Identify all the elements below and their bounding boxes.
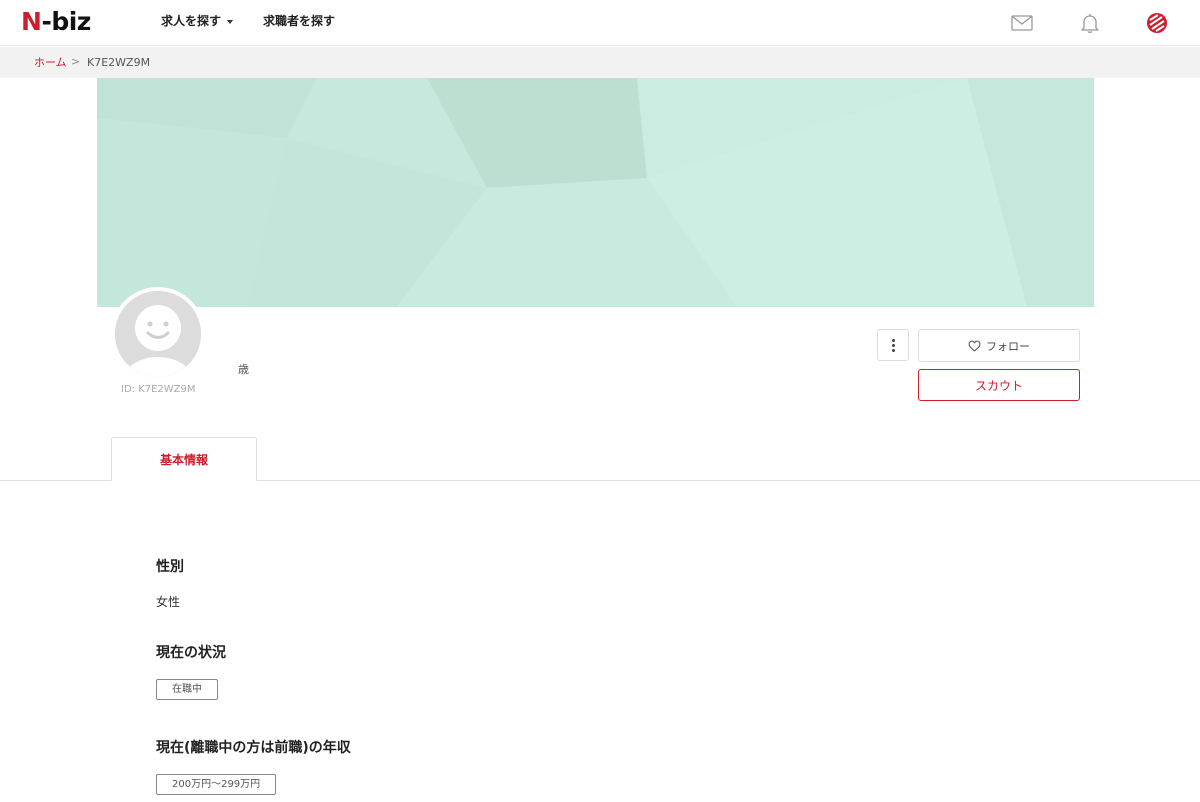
breadcrumb-separator: >: [71, 55, 81, 68]
nav-find-candidates-label: 求職者を探す: [263, 14, 336, 28]
breadcrumb: ホーム > K7E2WZ9M: [0, 47, 1200, 78]
income-label: 現在(離職中の方は前職)の年収: [156, 740, 351, 756]
user-id-text: ID: K7E2WZ9M: [121, 384, 196, 395]
mail-icon[interactable]: [1010, 11, 1034, 35]
site-logo[interactable]: N-biz: [21, 7, 91, 37]
avatar: [111, 287, 205, 381]
heart-icon: [968, 340, 981, 352]
scout-button-label: スカウト: [974, 378, 1023, 393]
tab-basic-info-label: 基本情報: [159, 452, 208, 467]
gender-label: 性別: [156, 559, 184, 575]
breadcrumb-current: K7E2WZ9M: [87, 56, 151, 69]
scout-button[interactable]: スカウト: [918, 369, 1080, 401]
tab-basic-info[interactable]: 基本情報: [111, 437, 257, 481]
bell-icon[interactable]: [1078, 11, 1102, 35]
follow-button-label: フォロー: [986, 339, 1030, 353]
chevron-down-icon: [227, 19, 234, 24]
default-avatar-icon: [115, 291, 201, 377]
brand-mark-icon[interactable]: [1145, 11, 1169, 35]
logo-rest: -biz: [41, 7, 91, 36]
more-options-button[interactable]: [877, 329, 909, 361]
logo-n: N: [21, 7, 42, 36]
top-header: N-biz 求人を探す 求職者を探す: [0, 0, 1200, 46]
nav-find-candidates[interactable]: 求職者を探す: [263, 13, 335, 29]
more-vertical-icon: [892, 339, 895, 342]
status-label: 現在の状況: [156, 645, 226, 661]
income-tag: 200万円〜299万円: [156, 774, 277, 795]
nav-find-jobs-label: 求人を探す: [161, 14, 222, 28]
status-tag: 在職中: [156, 679, 218, 700]
nav-find-jobs[interactable]: 求人を探す: [161, 13, 234, 29]
age-text: 歳: [238, 363, 249, 376]
breadcrumb-home-link[interactable]: ホーム: [34, 56, 67, 69]
profile-cover-image: [97, 78, 1094, 307]
follow-button[interactable]: フォロー: [918, 329, 1080, 362]
gender-value: 女性: [156, 595, 181, 609]
